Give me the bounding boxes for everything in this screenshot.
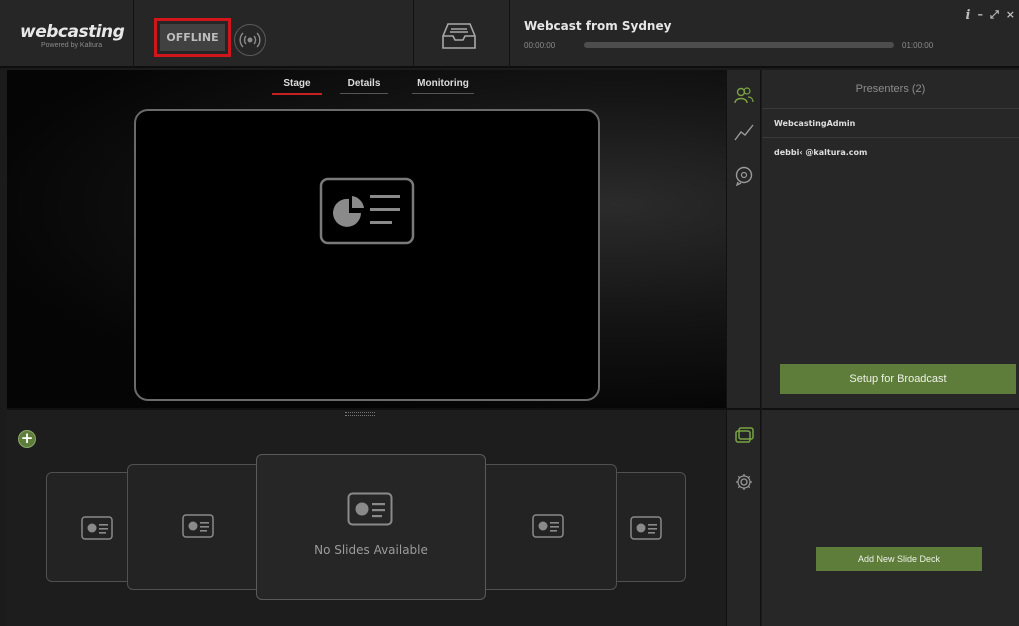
logo: webcasting (20, 22, 125, 42)
tab-details[interactable]: Details (340, 78, 388, 94)
slides-panel: Add New Slide Deck (762, 408, 1019, 626)
slide-placeholder-icon (81, 516, 113, 540)
slides-icon[interactable] (734, 426, 754, 446)
webcast-title: Webcast from Sydney (524, 19, 672, 33)
offline-status-button[interactable]: OFFLINE (160, 24, 225, 51)
inbox-area (414, 0, 510, 68)
minimize-icon[interactable]: – (977, 8, 983, 23)
stage-area: Stage Details Monitoring (7, 70, 726, 408)
slide-thumbnail[interactable] (477, 464, 617, 590)
presenter-row[interactable]: debbi‹ @kaltura.com (762, 137, 1019, 166)
slide-thumbnail[interactable] (608, 472, 686, 582)
slide-placeholder-icon (630, 516, 662, 540)
tab-stage[interactable]: Stage (272, 78, 322, 95)
slide-placeholder-icon (182, 514, 214, 538)
inbox-icon[interactable] (442, 22, 476, 50)
chat-icon[interactable] (734, 166, 754, 186)
side-toolbar-bottom (726, 408, 761, 626)
logo-subtext: Powered by Kaltura (41, 42, 103, 49)
side-toolbar-top (726, 70, 761, 408)
top-bar: webcasting Powered by Kaltura OFFLINE We… (0, 0, 1019, 68)
users-icon[interactable] (734, 86, 754, 106)
plus-icon[interactable]: + (18, 430, 36, 448)
stage-tabs: Stage Details Monitoring (272, 78, 482, 100)
time-elapsed: 00:00:00 (524, 41, 556, 50)
slide-placeholder-icon (347, 492, 393, 526)
slide-thumbnail-current[interactable]: No Slides Available (256, 454, 486, 600)
setup-for-broadcast-button[interactable]: Setup for Broadcast (780, 364, 1016, 394)
tab-monitoring[interactable]: Monitoring (412, 78, 474, 94)
window-controls: i – ⤢ × (966, 8, 1015, 23)
time-total: 01:00:00 (902, 41, 934, 50)
presenters-title: Presenters (2) (855, 83, 926, 95)
close-icon[interactable]: × (1006, 8, 1015, 23)
webcast-progress-bar (584, 42, 894, 48)
resize-handle[interactable] (345, 412, 375, 416)
slides-strip: + No Slides Available (7, 408, 726, 626)
no-slides-message: No Slides Available (314, 543, 428, 557)
chart-line-icon[interactable] (734, 122, 754, 142)
offline-highlight: OFFLINE (154, 18, 231, 57)
broadcast-icon[interactable] (234, 24, 266, 56)
webcasting-app: webcasting Powered by Kaltura OFFLINE We… (0, 0, 1019, 626)
stage-preview[interactable] (134, 109, 600, 401)
presenter-row[interactable]: WebcastingAdmin (762, 108, 1019, 137)
webcast-info: Webcast from Sydney 00:00:00 01:00:00 i … (510, 0, 1019, 68)
slide-thumbnail[interactable] (127, 464, 267, 590)
maximize-icon[interactable]: ⤢ (990, 8, 999, 23)
broadcast-status-area: OFFLINE (134, 0, 414, 68)
logo-area: webcasting Powered by Kaltura (0, 0, 134, 68)
presenters-panel: Presenters (2) WebcastingAdmin debbi‹ @k… (762, 70, 1019, 408)
slide-placeholder-icon (532, 514, 564, 538)
add-new-slide-deck-button[interactable]: Add New Slide Deck (816, 547, 982, 571)
slide-placeholder-icon (319, 177, 415, 245)
gear-icon[interactable] (734, 472, 754, 492)
info-icon[interactable]: i (966, 8, 971, 23)
